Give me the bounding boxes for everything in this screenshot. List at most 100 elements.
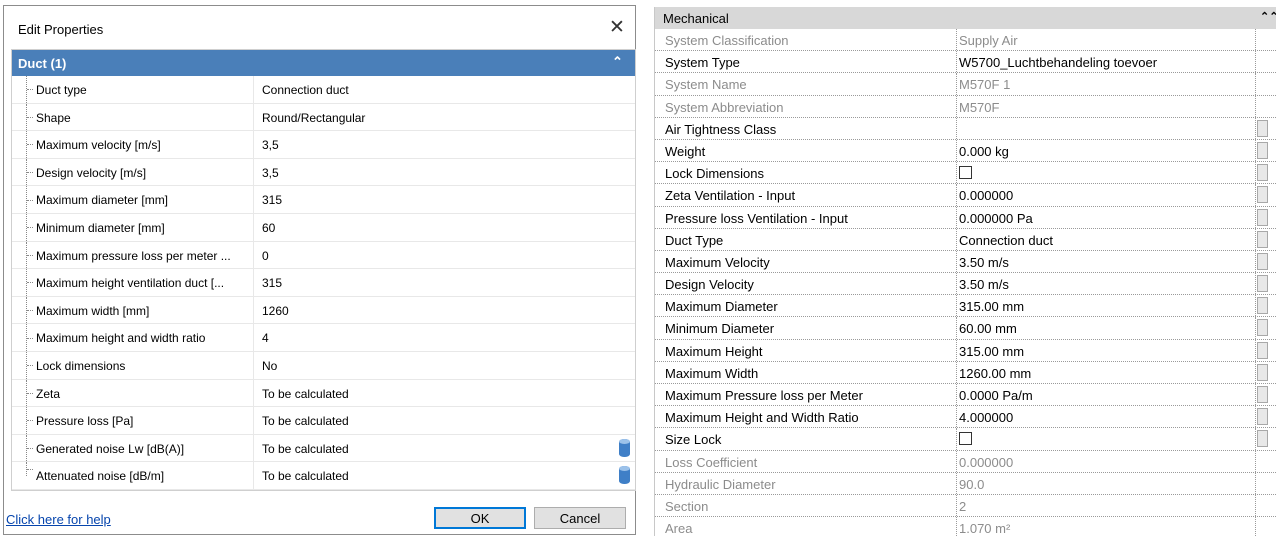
parameter-value[interactable]: 4.000000 [959,410,1013,425]
property-row[interactable]: Maximum diameter [mm] 315 [12,186,635,214]
property-value[interactable]: 1260 [262,304,289,318]
chevron-up-icon[interactable]: ⌃ [612,54,623,70]
column-divider [1255,250,1256,273]
associate-parameter-button[interactable] [1257,363,1268,381]
property-value[interactable]: 315 [262,193,282,207]
database-icon[interactable] [619,466,630,485]
property-row[interactable]: Maximum height ventilation duct [... 315 [12,269,635,297]
associate-parameter-button[interactable] [1257,386,1268,403]
parameter-value[interactable]: 0.0000 Pa/m [959,388,1033,403]
ok-button[interactable]: OK [434,507,526,529]
parameter-name: Duct Type [665,232,724,248]
associate-parameter-button[interactable] [1257,297,1268,315]
property-row[interactable]: Shape Round/Rectangular [12,103,635,132]
property-row[interactable]: Lock dimensions No [12,351,635,380]
property-value[interactable]: To be calculated [262,469,349,483]
parameter-row[interactable]: Pressure loss Ventilation - Input 0.00000… [655,206,1276,229]
parameter-name: Size Lock [665,432,722,448]
associate-parameter-button[interactable] [1257,252,1268,270]
property-row[interactable]: Design velocity [m/s] 3,5 [12,158,635,187]
parameter-row[interactable]: Maximum Velocity 3.50 m/s [655,250,1276,274]
parameter-row[interactable]: Size Lock [655,428,1276,451]
associate-parameter-button[interactable] [1257,275,1268,293]
associate-parameter-button[interactable] [1257,119,1268,137]
column-divider [956,206,957,228]
parameter-value[interactable]: W5700_Luchtbehandeling toevoer [959,55,1157,70]
parameter-row[interactable]: System Type W5700_Luchtbehandeling toevoe… [655,51,1276,74]
property-row[interactable]: Generated noise Lw [dB(A)] To be calculat… [12,434,635,463]
property-value[interactable]: 3,5 [262,166,279,180]
parameter-value[interactable]: 60.00 mm [959,321,1017,336]
cancel-button[interactable]: Cancel [534,507,626,529]
property-row[interactable]: Duct type Connection duct [12,76,635,104]
help-link[interactable]: Click here for help [6,512,111,527]
parameter-row[interactable]: Lock Dimensions [655,162,1276,185]
property-row[interactable]: Attenuated noise [dB/m] To be calculated [12,462,635,490]
parameter-row[interactable]: Minimum Diameter 60.00 mm [655,317,1276,340]
associate-parameter-button[interactable] [1257,186,1268,204]
parameter-row[interactable]: Maximum Diameter 315.00 mm [655,295,1276,318]
property-value[interactable]: To be calculated [262,414,349,428]
parameter-value[interactable]: 0.000 kg [959,144,1009,159]
checkbox[interactable] [959,166,972,180]
column-divider [956,250,957,273]
parameter-value[interactable]: 315.00 mm [959,299,1024,314]
parameter-value[interactable]: 0.000000 [959,188,1013,203]
associate-parameter-button[interactable] [1257,208,1268,226]
property-name: Maximum height ventilation duct [... [36,276,225,291]
parameter-row[interactable]: Air Tightness Class [655,117,1276,140]
associate-parameter-button[interactable] [1257,430,1268,448]
property-value[interactable]: To be calculated [262,387,349,401]
property-row[interactable]: Maximum width [mm] 1260 [12,296,635,325]
parameter-value[interactable]: 315.00 mm [959,344,1024,359]
property-row[interactable]: Zeta To be calculated [12,379,635,408]
parameter-name: Zeta Ventilation - Input [665,188,796,204]
parameter-value[interactable]: 0.000000 Pa [959,211,1033,226]
property-value[interactable]: No [262,359,277,373]
property-value[interactable]: Round/Rectangular [262,111,365,125]
property-value[interactable]: 3,5 [262,138,279,152]
property-value[interactable]: Connection duct [262,83,349,97]
parameter-name: Loss Coefficient [665,454,758,470]
parameter-row[interactable]: Zeta Ventilation - Input 0.000000 [655,184,1276,207]
associate-parameter-button[interactable] [1257,408,1268,426]
parameter-value[interactable]: 3.50 m/s [959,255,1009,270]
parameter-value[interactable]: 1260.00 mm [959,366,1031,381]
property-value[interactable]: 315 [262,276,282,290]
property-value[interactable]: 60 [262,221,275,235]
column-divider [956,384,957,406]
column-divider [1255,406,1256,428]
parameter-row[interactable]: Design Velocity 3.50 m/s [655,273,1276,296]
parameter-row[interactable]: Weight 0.000 kg [655,139,1276,163]
column-divider [253,351,254,379]
collapse-icon[interactable]: ⌃⌃ [1260,10,1276,23]
property-row[interactable]: Maximum velocity [m/s] 3,5 [12,131,635,159]
parameter-row[interactable]: Maximum Pressure loss per Meter 0.0000 Pa… [655,384,1276,407]
parameter-row[interactable]: Maximum Height and Width Ratio 4.000000 [655,406,1276,429]
group-header-duct[interactable]: Duct (1) ⌃ [12,50,635,76]
property-name: Lock dimensions [36,358,126,373]
checkbox[interactable] [959,432,972,446]
associate-parameter-button[interactable] [1257,230,1268,248]
property-row[interactable]: Maximum height and width ratio 4 [12,324,635,352]
associate-parameter-button[interactable] [1257,319,1268,337]
property-value[interactable]: 4 [262,331,269,345]
parameter-row[interactable]: Maximum Width 1260.00 mm [655,361,1276,384]
property-value[interactable]: To be calculated [262,442,349,456]
associate-parameter-button[interactable] [1257,141,1268,159]
property-row[interactable]: Maximum pressure loss per meter ... 0 [12,241,635,270]
property-value[interactable]: 0 [262,249,269,263]
section-header-mechanical[interactable]: Mechanical ⌃⌃ [655,7,1276,29]
parameter-name: System Type [665,55,740,71]
parameter-value[interactable]: Connection duct [959,233,1053,248]
tree-line [26,296,35,324]
property-row[interactable]: Minimum diameter [mm] 60 [12,213,635,242]
parameter-row[interactable]: Maximum Height 315.00 mm [655,339,1276,362]
parameter-value[interactable]: 3.50 m/s [959,277,1009,292]
associate-parameter-button[interactable] [1257,341,1268,359]
close-icon[interactable]: ✕ [607,18,627,38]
database-icon[interactable] [619,438,630,457]
parameter-row[interactable]: Duct Type Connection duct [655,228,1276,251]
associate-parameter-button[interactable] [1257,164,1268,182]
property-row[interactable]: Pressure loss [Pa] To be calculated [12,407,635,435]
